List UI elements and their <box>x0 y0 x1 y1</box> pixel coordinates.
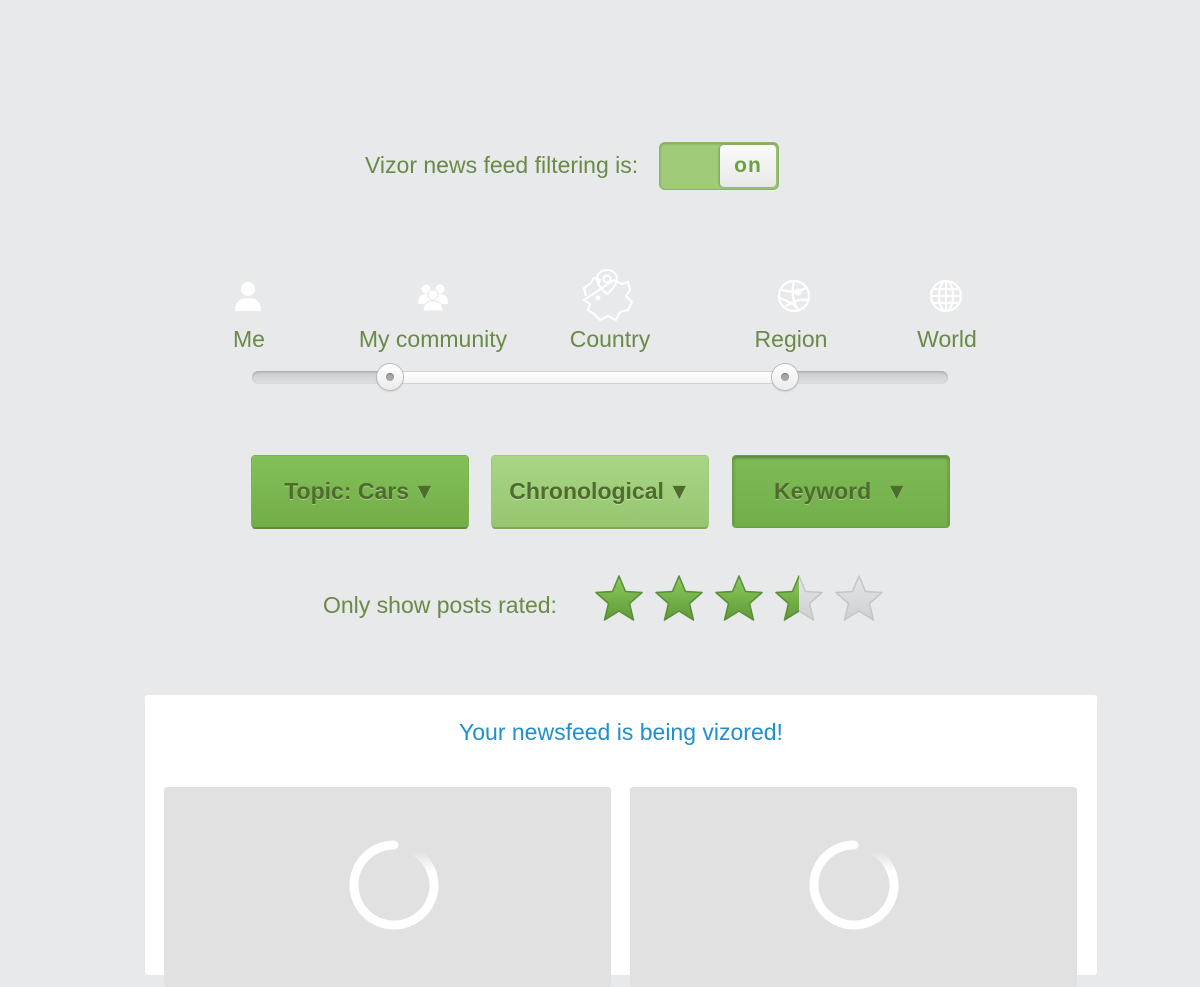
user-icon <box>230 278 266 314</box>
toggle-knob[interactable]: on <box>720 145 776 187</box>
rating-star-1[interactable] <box>593 573 645 625</box>
rating-star-2[interactable] <box>653 573 705 625</box>
feed-card-placeholder <box>630 787 1077 987</box>
scope-range-slider[interactable] <box>252 371 948 384</box>
scope-label-community[interactable]: My community <box>359 326 507 353</box>
rating-star-5[interactable] <box>833 573 885 625</box>
rating-star-3[interactable] <box>713 573 765 625</box>
newsfeed-panel: Your newsfeed is being vizored! <box>145 695 1097 987</box>
filtering-toggle[interactable]: on <box>660 143 778 189</box>
slider-start-handle[interactable] <box>377 364 403 390</box>
slider-end-handle[interactable] <box>772 364 798 390</box>
chevron-down-icon: ▼ <box>413 478 436 504</box>
sort-order-dropdown-label: Chronological <box>509 478 664 504</box>
scope-label-region[interactable]: Region <box>755 326 828 353</box>
loading-spinner-icon <box>809 840 899 930</box>
rating-star-4[interactable] <box>773 573 825 625</box>
group-icon <box>415 278 451 314</box>
loading-spinner-icon <box>349 840 439 930</box>
world-globe-icon <box>928 278 964 314</box>
region-globe-icon <box>776 278 812 314</box>
slider-selected-range <box>390 371 785 384</box>
filtering-toggle-label: Vizor news feed filtering is: <box>365 152 639 178</box>
newsfeed-status-title: Your newsfeed is being vizored! <box>459 719 783 745</box>
chevron-down-icon: ▼ <box>667 478 691 504</box>
country-map-pin-icon <box>578 266 636 322</box>
scope-label-country[interactable]: Country <box>570 326 651 353</box>
scope-label-world[interactable]: World <box>917 326 977 353</box>
topic-dropdown[interactable]: Topic: Cars ▼ <box>252 456 468 527</box>
rating-filter-label: Only show posts rated: <box>323 592 557 618</box>
feed-card-placeholder <box>164 787 611 987</box>
scope-label-me[interactable]: Me <box>233 326 265 353</box>
keyword-dropdown[interactable]: Keyword ▼ <box>733 456 949 527</box>
keyword-dropdown-label: Keyword <box>774 478 872 504</box>
sort-order-dropdown[interactable]: Chronological ▼ <box>492 456 708 527</box>
topic-dropdown-label: Topic: Cars <box>284 478 410 504</box>
chevron-down-icon: ▼ <box>885 478 908 504</box>
